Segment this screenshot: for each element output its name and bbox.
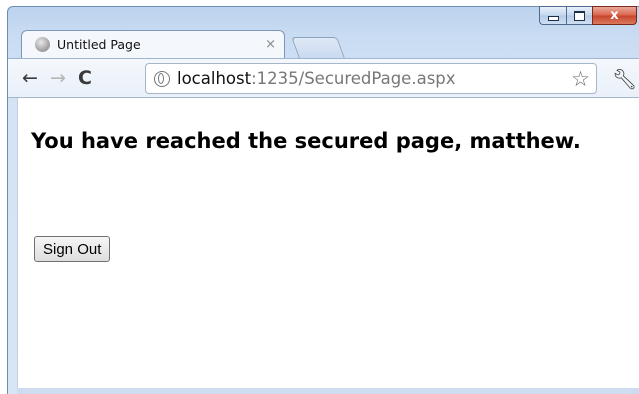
minimize-button[interactable] <box>539 6 566 25</box>
new-tab-button[interactable] <box>291 37 345 58</box>
forward-arrow-icon[interactable]: → <box>50 68 66 88</box>
close-icon: x <box>610 8 619 23</box>
browser-toolbar: ← → C localhost:1235/SecuredPage.aspx ☆ … <box>8 58 639 98</box>
maximize-icon <box>574 10 585 21</box>
star-icon[interactable]: ☆ <box>571 67 590 91</box>
close-window-button[interactable]: x <box>592 6 637 25</box>
reload-icon[interactable]: C <box>78 68 92 88</box>
url-host: localhost <box>177 69 252 88</box>
window-controls: x <box>539 6 637 25</box>
tab-close-icon[interactable]: × <box>265 37 276 52</box>
url-text[interactable]: localhost:1235/SecuredPage.aspx <box>177 69 456 88</box>
page-content: You have reached the secured page, matth… <box>17 98 639 388</box>
tab-untitled-page[interactable]: Untitled Page × <box>21 30 285 58</box>
tab-title: Untitled Page <box>57 37 141 52</box>
globe-favicon-icon <box>35 37 50 52</box>
maximize-button[interactable] <box>566 6 592 25</box>
minimize-icon <box>547 16 559 21</box>
sign-out-button[interactable]: Sign Out <box>34 236 111 262</box>
window-bottom-frame <box>17 388 639 394</box>
address-bar[interactable]: localhost:1235/SecuredPage.aspx ☆ <box>145 63 597 94</box>
back-arrow-icon[interactable]: ← <box>22 68 38 88</box>
page-heading: You have reached the secured page, matth… <box>31 129 581 153</box>
url-path: :1235/SecuredPage.aspx <box>251 69 456 88</box>
wrench-icon[interactable]: 🔧︎ <box>612 67 637 91</box>
globe-icon <box>154 70 170 87</box>
